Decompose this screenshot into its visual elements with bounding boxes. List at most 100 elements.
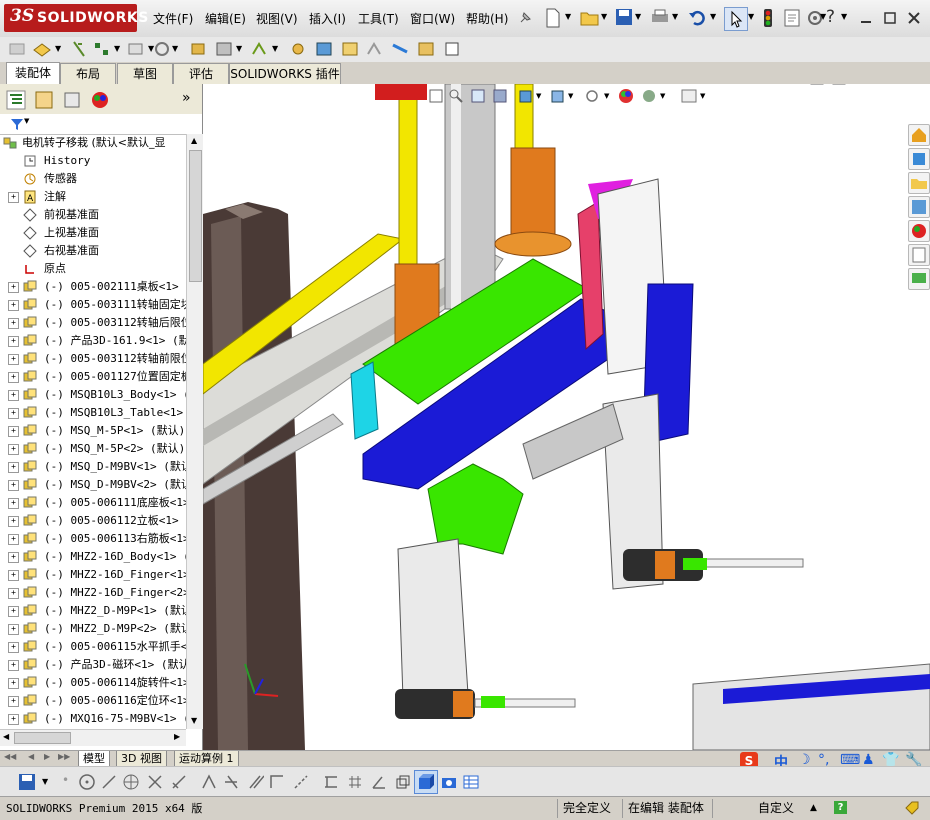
tree-item[interactable]: + (-) MHZ2-16D_Body<1> ( — [0, 548, 186, 566]
display-manager-tab-icon[interactable] — [90, 90, 110, 110]
explode-line-sketch-icon[interactable] — [340, 40, 360, 58]
filter-dropdown-chevron-icon[interactable]: ▼ — [24, 117, 29, 125]
pin-icon[interactable] — [517, 10, 533, 26]
tree-expand-toggle[interactable]: + — [8, 408, 19, 419]
camera-icon[interactable] — [440, 773, 458, 791]
tree-item[interactable]: + (-) 005-003111转轴固定块 — [0, 296, 186, 314]
split-view-icon[interactable] — [810, 84, 824, 85]
forum-tab[interactable] — [908, 268, 930, 290]
tree-item[interactable]: History — [0, 152, 186, 170]
display-style-icon[interactable] — [550, 88, 566, 104]
tree-item[interactable]: + (-) MHZ2-16D_Finger<2> ( — [0, 584, 186, 602]
graphics-area[interactable]: ▼ ▼ ▼ ▼ ▼ — [203, 84, 930, 750]
tree-item[interactable]: + (-) MHZ2_D-M9P<2> (默认) — [0, 620, 186, 638]
update-speedpak-icon[interactable] — [390, 40, 410, 58]
tab-scroll-first-icon[interactable]: ◀◀ — [4, 752, 16, 761]
tree-item[interactable]: + (-) MSQB10L3_Table<1> ( — [0, 404, 186, 422]
vertical-scroll-thumb[interactable] — [189, 150, 202, 282]
large-assembly-mode-icon[interactable] — [442, 40, 462, 58]
tree-root-assembly[interactable]: 电机转子移栽 (默认<默认_显 — [0, 134, 186, 152]
tab-layout[interactable]: 布局 — [60, 63, 116, 84]
save-bottom-chevron-icon[interactable]: ▼ — [42, 777, 48, 786]
status-help-icon[interactable]: ? — [834, 801, 847, 814]
exploded-view-icon[interactable] — [314, 40, 334, 58]
tree-expand-toggle[interactable]: + — [8, 372, 19, 383]
tree-item[interactable]: + (-) 产品3D-161.9<1> (默认 — [0, 332, 186, 350]
section-view-icon[interactable] — [492, 88, 508, 104]
select-pointer-button[interactable] — [724, 7, 748, 31]
tree-item[interactable]: + (-) 005-002111桌板<1> ( — [0, 278, 186, 296]
menu-window[interactable]: 窗口(W) — [410, 10, 455, 28]
undo-icon[interactable] — [688, 8, 706, 26]
solidworks-logo[interactable]: 3S SOLIDWORKS — [4, 4, 148, 32]
tree-expand-toggle[interactable]: + — [8, 426, 19, 437]
tree-item[interactable]: + (-) MSQ_D-M9BV<1> (默认) — [0, 458, 186, 476]
tab-scroll-next-icon[interactable]: ▶ — [44, 752, 50, 761]
save-bottom-icon[interactable] — [18, 773, 36, 791]
view-palette-tab[interactable] — [908, 196, 930, 218]
tree-expand-toggle[interactable]: + — [8, 714, 19, 725]
menu-edit[interactable]: 编辑(E) — [205, 10, 246, 28]
menu-file[interactable]: 文件(F) — [153, 10, 193, 28]
tree-item[interactable]: + (-) 005-006113右筋板<1> — [0, 530, 186, 548]
tree-item[interactable]: + (-) MSQ_M-5P<1> (默认) — [0, 422, 186, 440]
menu-view[interactable]: 视图(V) — [256, 10, 298, 28]
tab-evaluate[interactable]: 评估 — [173, 63, 229, 84]
feature-manager-tab-icon[interactable] — [6, 90, 26, 110]
tree-expand-toggle[interactable]: + — [8, 462, 19, 473]
tab-assembly[interactable]: 装配体 — [6, 62, 60, 85]
rebuild-traffic-light-icon[interactable] — [762, 8, 774, 28]
scroll-left-arrow-icon[interactable]: ◀ — [3, 732, 9, 741]
file-explorer-tab[interactable] — [908, 172, 930, 194]
zoom-to-fit-icon[interactable] — [428, 88, 444, 104]
tree-expand-toggle[interactable]: + — [8, 498, 19, 509]
tag-icon[interactable] — [904, 800, 920, 816]
tree-item[interactable]: + (-) 005-001127位置固定板 — [0, 368, 186, 386]
apply-scene-icon[interactable] — [640, 88, 658, 104]
new-document-icon[interactable] — [545, 8, 561, 28]
move-component-icon[interactable] — [126, 40, 146, 58]
linear-pattern-bottom-icon[interactable] — [322, 773, 340, 791]
hide-show-chevron-icon[interactable]: ▼ — [604, 92, 609, 100]
tree-item[interactable]: + (-) 005-006115水平抓手<1 — [0, 638, 186, 656]
mirror-entities-icon[interactable] — [246, 773, 264, 791]
insert-components-icon[interactable] — [8, 40, 28, 58]
tree-item[interactable]: 右视基准面 — [0, 242, 186, 260]
tab-3d-views[interactable]: 3D 视图 — [116, 751, 167, 767]
tree-expand-toggle[interactable]: + — [8, 318, 19, 329]
view-settings-icon[interactable] — [680, 88, 698, 104]
tree-item[interactable]: + (-) 005-003112转轴前限位 — [0, 350, 186, 368]
tree-item[interactable]: + (-) MSQ_M-5P<2> (默认) — [0, 440, 186, 458]
filter-icon[interactable] — [10, 117, 24, 131]
offset-entities-icon[interactable] — [222, 773, 240, 791]
appearances-tab[interactable] — [908, 220, 930, 242]
corner-rectangle-icon[interactable] — [268, 773, 286, 791]
grid-icon[interactable] — [346, 773, 364, 791]
tree-expand-toggle[interactable]: + — [8, 390, 19, 401]
tab-scroll-last-icon[interactable]: ▶▶ — [58, 752, 70, 761]
new-motion-study-icon[interactable] — [250, 40, 270, 58]
maximize-window-icon[interactable] — [882, 10, 898, 26]
configuration-manager-tab-icon[interactable] — [62, 90, 82, 110]
menu-help[interactable]: 帮助(H) — [466, 10, 508, 28]
assembly-features-icon[interactable] — [188, 40, 208, 58]
hide-show-items-icon[interactable] — [584, 88, 602, 104]
display-style-chevron-icon[interactable]: ▼ — [568, 92, 573, 100]
scroll-right-arrow-icon[interactable]: ▶ — [174, 732, 180, 741]
tree-expand-toggle[interactable]: + — [8, 678, 19, 689]
custom-properties-tab[interactable] — [908, 244, 930, 266]
tree-item[interactable]: + (-) 005-006114旋转件<1> — [0, 674, 186, 692]
file-properties-icon[interactable] — [783, 8, 801, 28]
tab-sketch[interactable]: 草图 — [117, 63, 173, 84]
reference-geometry-dropdown-chevron-icon[interactable]: ▼ — [236, 44, 242, 53]
help-dropdown-chevron-icon[interactable]: ▼ — [841, 12, 847, 21]
tree-item[interactable]: + (-) MHZ2-16D_Finger<1> ( — [0, 566, 186, 584]
instant3d-icon[interactable] — [364, 40, 384, 58]
menu-insert[interactable]: 插入(I) — [309, 10, 346, 28]
point-icon[interactable]: • — [62, 773, 69, 787]
convert-entities-icon[interactable] — [200, 773, 218, 791]
zoom-to-area-icon[interactable] — [448, 88, 464, 104]
tree-expand-toggle[interactable]: + — [8, 642, 19, 653]
close-window-icon[interactable] — [906, 10, 922, 26]
tree-item[interactable]: + (-) MHZ2_D-M9P<1> (默认) — [0, 602, 186, 620]
